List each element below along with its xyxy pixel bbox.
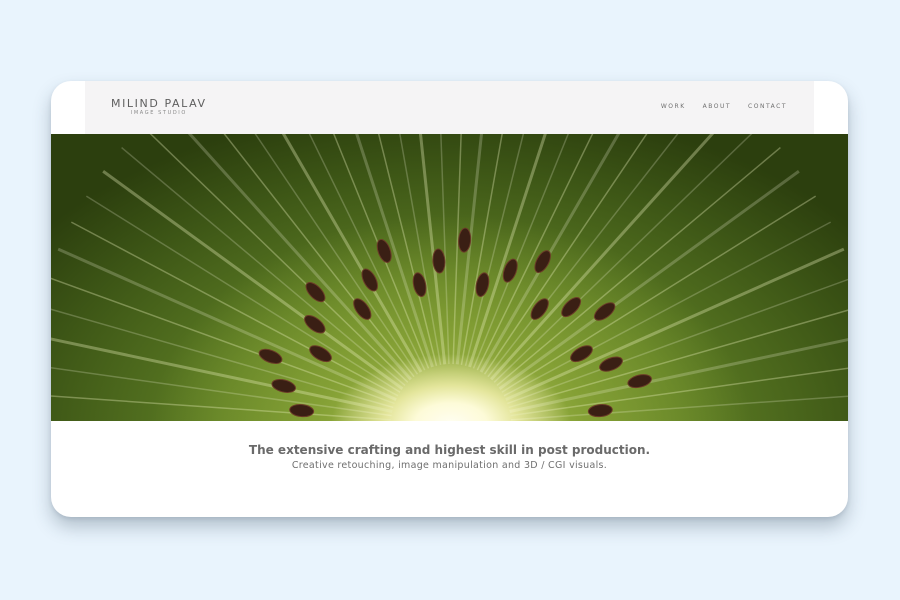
hero-image	[51, 134, 848, 421]
nav-item-work[interactable]: WORK	[661, 103, 686, 110]
nav-item-about[interactable]: ABOUT	[703, 103, 731, 110]
hero-subheadline: Creative retouching, image manipulation …	[291, 460, 608, 471]
kiwi-fiber-ray	[51, 277, 395, 405]
site-header: MILIND PALAV IMAGE STUDIO WORK ABOUT CON…	[85, 81, 814, 134]
kiwi-seed	[289, 404, 315, 418]
kiwi-illustration	[51, 134, 848, 421]
kiwi-fiber-ray	[507, 278, 848, 405]
kiwi-fiber-ray	[187, 134, 412, 381]
kiwi-seed	[587, 404, 613, 418]
logo-name: MILIND PALAV	[111, 97, 207, 110]
kiwi-fiber-rays	[51, 134, 848, 421]
kiwi-fiber-ray	[460, 134, 503, 366]
main-nav: WORK ABOUT CONTACT	[661, 103, 787, 110]
kiwi-fiber-ray	[501, 195, 817, 393]
kiwi-fiber-ray	[51, 395, 392, 421]
nav-item-contact[interactable]: CONTACT	[748, 103, 787, 110]
logo-subtitle: IMAGE STUDIO	[130, 110, 187, 116]
kiwi-fiber-ray	[355, 134, 434, 368]
kiwi-seed	[271, 379, 296, 393]
kiwi-fiber-ray	[468, 134, 547, 368]
kiwi-fiber-ray	[85, 195, 401, 393]
kiwi-fiber-ray	[490, 134, 715, 381]
site-logo[interactable]: MILIND PALAV IMAGE STUDIO	[111, 97, 207, 117]
kiwi-fiber-ray	[510, 395, 848, 421]
hero-headline: The extensive crafting and highest skill…	[248, 443, 651, 457]
browser-window: MILIND PALAV IMAGE STUDIO WORK ABOUT CON…	[51, 81, 848, 517]
